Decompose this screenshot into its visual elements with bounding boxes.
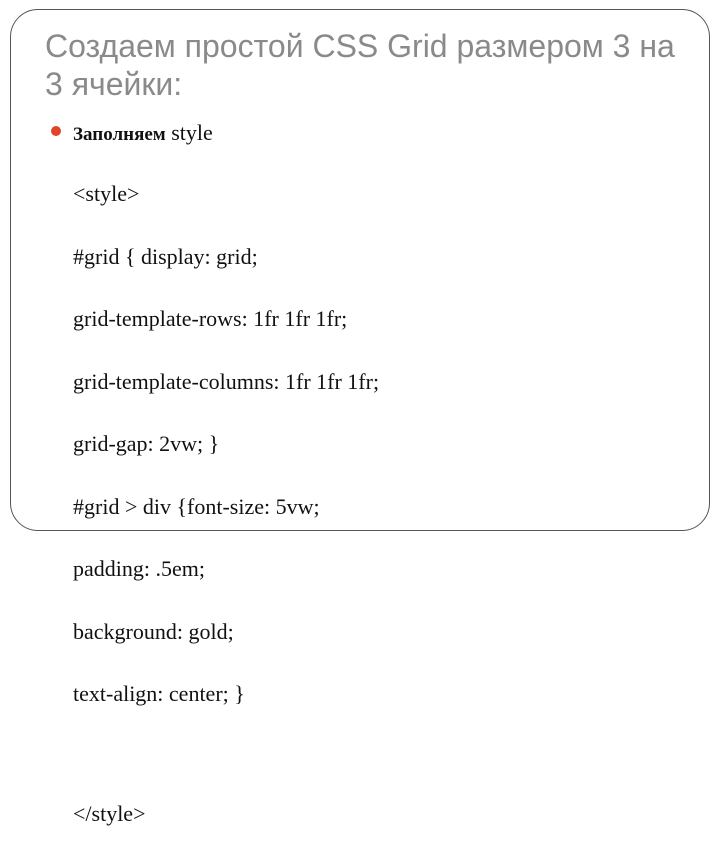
bullet-icon: [51, 126, 61, 136]
code-line: #grid > div {font-size: 5vw;: [73, 491, 675, 522]
code-line: #grid { display: grid;: [73, 241, 675, 272]
code-line: <style>: [73, 178, 675, 209]
slide-frame: Создаем простой CSS Grid размером 3 на 3…: [10, 9, 710, 531]
bullet-item: Заполняем style <style> #grid { display:…: [73, 118, 675, 860]
bullet-lead: Заполняем style: [73, 118, 675, 148]
code-block: <style> #grid { display: grid; grid-temp…: [73, 147, 675, 860]
slide-title: Создаем простой CSS Grid размером 3 на 3…: [45, 28, 675, 104]
bullet-lead-rest: style: [166, 120, 213, 145]
code-line-close: </style>: [73, 798, 675, 829]
code-line: grid-template-rows: 1fr 1fr 1fr;: [73, 303, 675, 334]
code-line: grid-gap: 2vw; }: [73, 428, 675, 459]
blank-line: [73, 741, 675, 767]
code-line: padding: .5em;: [73, 553, 675, 584]
code-line: background: gold;: [73, 616, 675, 647]
bullet-lead-bold: Заполняем: [73, 124, 166, 145]
code-line: grid-template-columns: 1fr 1fr 1fr;: [73, 366, 675, 397]
code-line: text-align: center; }: [73, 678, 675, 709]
slide-body: Заполняем style <style> #grid { display:…: [45, 118, 675, 860]
